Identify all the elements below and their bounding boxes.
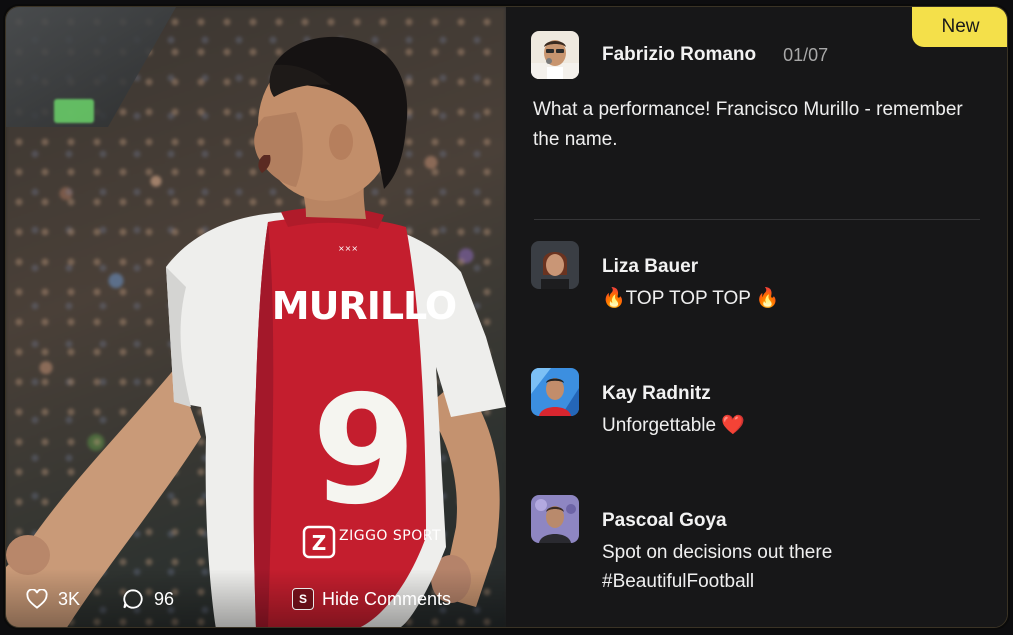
post-image[interactable]: ××× MURILLO 9 Z ZIGGO SPORT 3K 96 S Hide… bbox=[6, 7, 506, 627]
post-author[interactable]: Fabrizio Romano bbox=[602, 44, 756, 66]
comment-text: Unforgettable ❤️ bbox=[602, 415, 746, 436]
hide-comments-label: Hide Comments bbox=[322, 588, 452, 609]
comment-avatar-image bbox=[531, 241, 579, 289]
comment-avatar[interactable] bbox=[531, 241, 579, 289]
post-actions: 3K 96 S Hide Comments bbox=[6, 569, 506, 627]
comments-panel: New Fabrizio Romano 01/07 What a perform… bbox=[506, 7, 1007, 627]
divider bbox=[534, 219, 980, 220]
like-count: 3K bbox=[58, 588, 81, 609]
new-badge: New bbox=[912, 7, 1007, 47]
comment-author[interactable]: Kay Radnitz bbox=[602, 383, 745, 405]
comment-author[interactable]: Pascoal Goya bbox=[602, 510, 902, 532]
comment-text: Spot on decisions out there #BeautifulFo… bbox=[602, 542, 833, 592]
jersey-text: MURILLO 9 Z ZIGGO SPORT bbox=[272, 284, 457, 559]
comment-avatar[interactable] bbox=[531, 495, 579, 543]
comment-button[interactable]: 96 bbox=[122, 588, 292, 610]
post-date: 01/07 bbox=[783, 44, 829, 65]
comment-avatar-image bbox=[531, 368, 579, 416]
post-card: ××× MURILLO 9 Z ZIGGO SPORT 3K 96 S Hide… bbox=[5, 6, 1008, 628]
keyboard-key-icon: S bbox=[292, 588, 314, 610]
comment-text: 🔥TOP TOP TOP 🔥 bbox=[602, 288, 780, 309]
comment-count: 96 bbox=[154, 588, 175, 609]
comment-author[interactable]: Liza Bauer bbox=[602, 256, 780, 278]
comment-avatar[interactable] bbox=[531, 368, 579, 416]
jersey-name: MURILLO bbox=[272, 284, 456, 328]
like-button[interactable]: 3K bbox=[26, 589, 118, 610]
author-avatar[interactable] bbox=[531, 31, 579, 79]
post-header: Fabrizio Romano 01/07 bbox=[531, 31, 828, 79]
comment-item: Pascoal Goya Spot on decisions out there… bbox=[531, 495, 902, 596]
post-caption: What a performance! Francisco Murillo - … bbox=[533, 99, 963, 150]
jersey-number: 9 bbox=[312, 364, 416, 538]
author-avatar-image bbox=[531, 31, 579, 79]
heart-icon bbox=[26, 589, 48, 609]
svg-text:Z: Z bbox=[312, 531, 327, 555]
jersey-sponsor: ZIGGO SPORT bbox=[339, 528, 441, 544]
comment-item: Liza Bauer 🔥TOP TOP TOP 🔥 bbox=[531, 241, 780, 313]
speech-bubble-icon bbox=[123, 589, 143, 609]
hide-comments-button[interactable]: S Hide Comments bbox=[292, 588, 451, 610]
comment-item: Kay Radnitz Unforgettable ❤️ bbox=[531, 368, 745, 440]
comment-avatar-image bbox=[531, 495, 579, 543]
